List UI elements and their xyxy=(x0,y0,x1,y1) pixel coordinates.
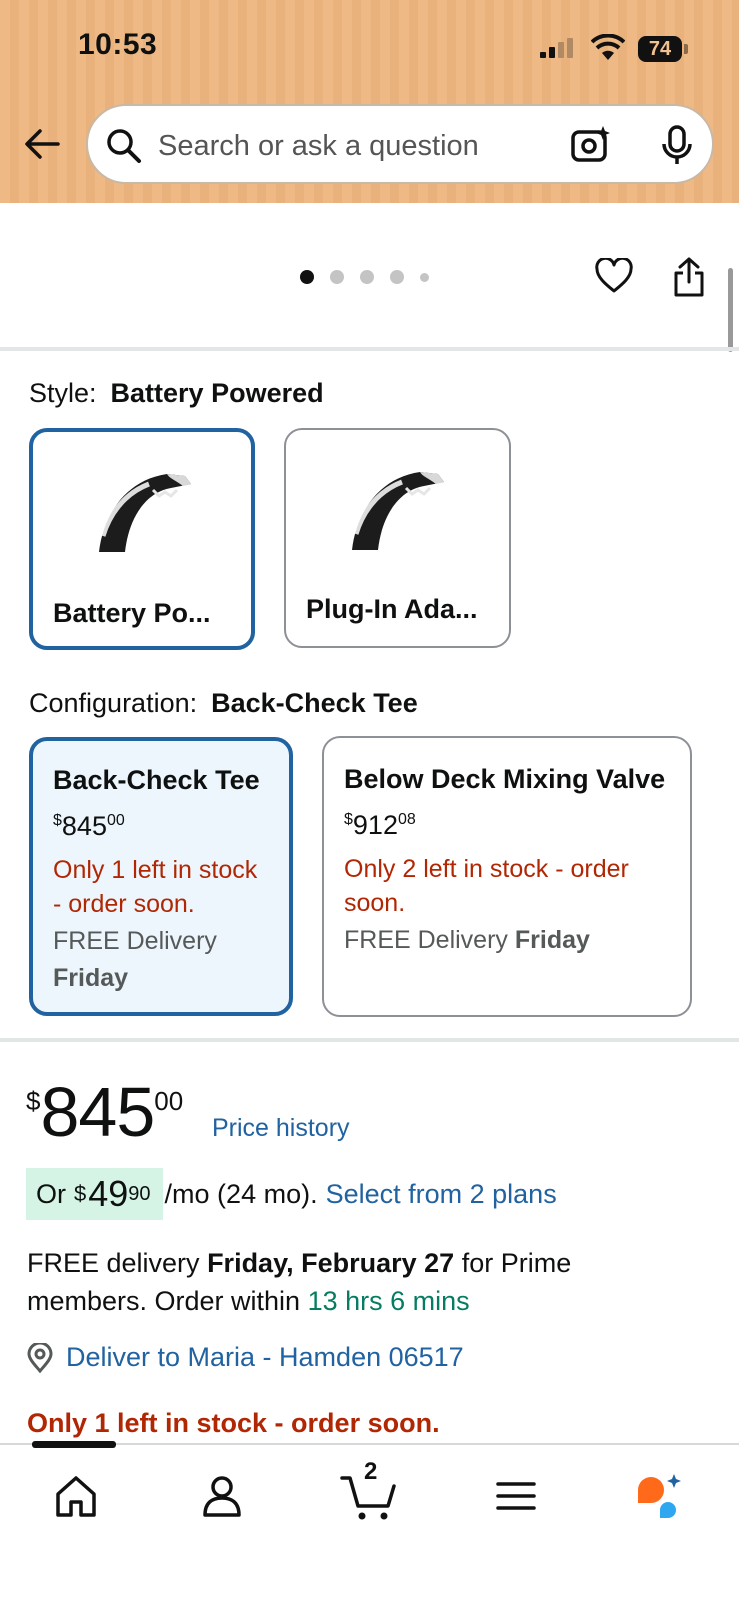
heart-icon[interactable] xyxy=(594,258,634,294)
camera-search-icon[interactable] xyxy=(570,124,612,166)
carousel-dot[interactable] xyxy=(300,270,314,284)
financing-highlight: Or $49 90 xyxy=(26,1168,163,1220)
configuration-option-back-check-tee[interactable]: Back-Check Tee $84500 Only 1 left in sto… xyxy=(29,737,293,1016)
cart-count: 2 xyxy=(364,1458,378,1485)
cart-button[interactable]: 2 xyxy=(340,1458,400,1524)
price-currency: $ xyxy=(26,1086,41,1116)
configuration-option-stock: Only 1 left in stock - order soon. xyxy=(53,856,258,918)
configuration-option-delivery: FREE Delivery Friday xyxy=(53,927,217,992)
share-icon[interactable] xyxy=(672,256,706,298)
carousel-dot[interactable] xyxy=(330,270,344,284)
battery-indicator: 74 xyxy=(638,36,688,62)
rufus-icon[interactable] xyxy=(634,1470,686,1522)
price-whole: 845 xyxy=(40,1073,155,1151)
delivery-countdown: 13 hrs 6 mins xyxy=(307,1286,470,1316)
configuration-option-price: $91208 xyxy=(344,810,416,840)
configuration-option-title: Below Deck Mixing Valve xyxy=(344,764,666,794)
configuration-label: Configuration: xyxy=(29,688,198,718)
home-icon[interactable] xyxy=(50,1470,102,1522)
carousel-dot[interactable] xyxy=(420,272,429,282)
configuration-option-title: Back-Check Tee xyxy=(53,765,260,795)
stock-notice: Only 1 left in stock - order soon. xyxy=(27,1408,440,1438)
configuration-option-price: $84500 xyxy=(53,811,125,841)
back-arrow-icon[interactable] xyxy=(22,124,62,164)
divider xyxy=(0,1038,739,1042)
scrollbar[interactable] xyxy=(728,268,733,352)
search-input[interactable]: Search or ask a question xyxy=(158,130,479,163)
price: $ 845 00 xyxy=(26,1072,183,1152)
style-selected-value: Battery Powered xyxy=(110,378,324,408)
style-option-label: Plug-In Ada... xyxy=(306,594,478,624)
wifi-icon xyxy=(591,34,625,60)
location-pin-icon xyxy=(27,1342,53,1373)
divider xyxy=(0,347,739,351)
search-icon xyxy=(107,129,141,163)
carousel-dot[interactable] xyxy=(390,270,404,284)
carousel-dot[interactable] xyxy=(360,270,374,284)
financing-row: Or $49 90 /mo (24 mo). Select from 2 plans xyxy=(26,1168,557,1220)
menu-icon[interactable] xyxy=(490,1470,542,1522)
cellular-signal-icon xyxy=(540,38,573,58)
select-plans-link[interactable]: Select from 2 plans xyxy=(326,1179,557,1210)
faucet-image xyxy=(352,472,444,550)
faucet-image xyxy=(99,474,191,552)
deliver-to-text: Deliver to Maria - Hamden 06517 xyxy=(66,1342,464,1372)
style-option-plug-in[interactable]: Plug-In Ada... xyxy=(284,428,511,648)
configuration-selected-value: Back-Check Tee xyxy=(211,688,418,718)
price-history-link[interactable]: Price history xyxy=(212,1114,350,1143)
style-label: Style: xyxy=(29,378,97,408)
microphone-icon[interactable] xyxy=(660,124,694,166)
carousel-dots[interactable] xyxy=(300,270,429,284)
account-icon[interactable] xyxy=(196,1470,248,1522)
header: 10:53 74 Search or ask a question xyxy=(0,0,739,203)
delivery-message: FREE delivery Friday, February 27 for Pr… xyxy=(27,1248,572,1316)
deliver-to-link[interactable]: Deliver to Maria - Hamden 06517 xyxy=(26,1342,464,1373)
style-label-row: Style: Battery Powered xyxy=(29,378,324,409)
configuration-option-below-deck-mixing-valve[interactable]: Below Deck Mixing Valve $91208 Only 2 le… xyxy=(322,736,692,1017)
financing-term: /mo (24 mo). xyxy=(164,1178,318,1209)
search-bar[interactable]: Search or ask a question xyxy=(86,104,714,184)
status-time: 10:53 xyxy=(78,28,158,61)
configuration-label-row: Configuration: Back-Check Tee xyxy=(29,688,418,719)
style-option-battery[interactable]: Battery Po... xyxy=(29,428,255,650)
style-option-label: Battery Po... xyxy=(53,598,211,628)
price-fraction: 00 xyxy=(154,1086,184,1116)
configuration-option-stock: Only 2 left in stock - order soon. xyxy=(344,855,629,917)
nav-active-indicator xyxy=(32,1441,116,1448)
configuration-option-delivery: FREE Delivery Friday xyxy=(344,926,590,954)
